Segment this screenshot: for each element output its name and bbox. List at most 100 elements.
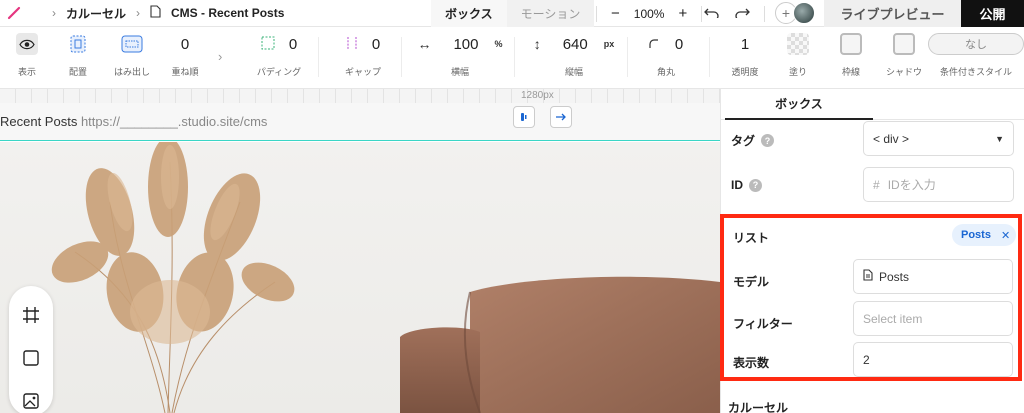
carousel-section-label: カルーセル — [728, 401, 789, 413]
id-label: ID — [731, 178, 743, 192]
hero-photo — [51, 142, 720, 413]
count-label: 表示数 — [733, 356, 770, 370]
zoom-out-button[interactable]: − — [611, 5, 620, 22]
padding-value[interactable]: 0 — [289, 36, 297, 53]
undo-icon[interactable] — [704, 6, 720, 21]
redo-icon[interactable] — [734, 6, 750, 21]
width-label: 横幅 — [450, 67, 469, 77]
height-value[interactable]: 640 — [563, 36, 588, 53]
model-value: Posts — [879, 269, 910, 284]
fill-tool[interactable]: 塗り — [786, 27, 810, 89]
zindex-tool[interactable]: 0 重ね順 — [170, 27, 200, 89]
border-tool[interactable]: 枠線 — [839, 27, 863, 89]
image-icon[interactable] — [22, 392, 40, 413]
fill-label: 塗り — [788, 67, 807, 77]
height-label: 縦幅 — [564, 67, 583, 77]
gap-label: ギャップ — [344, 67, 381, 77]
width-unit[interactable]: % — [495, 39, 503, 49]
conditional-style-label: 条件付きスタイル — [939, 67, 1012, 77]
width-tool[interactable]: ↔ 100 % 横幅 — [414, 27, 506, 89]
zoom-in-button[interactable]: + — [678, 5, 687, 22]
filter-label: フィルター — [733, 317, 793, 331]
tag-value: < div > — [873, 131, 910, 146]
tab-motion[interactable]: モーション — [506, 0, 595, 27]
divider — [764, 5, 765, 22]
overflow-icon — [121, 33, 143, 55]
avatar[interactable] — [793, 2, 815, 24]
gap-tool[interactable]: 0 ギャップ — [338, 27, 388, 89]
shadow-label: シャドウ — [886, 67, 923, 77]
zoom-level[interactable]: 100% — [634, 7, 665, 21]
top-bar: › カルーセル › CMS - Recent Posts ボックス モーション … — [0, 0, 1024, 27]
opacity-label: 透明度 — [731, 67, 759, 77]
tag-select[interactable]: < div > ▼ — [863, 121, 1014, 156]
floating-insert-toolbar — [9, 286, 53, 413]
canvas-width-label: 1280px — [521, 90, 554, 101]
collaborators: + — [775, 2, 815, 24]
caret-down-icon: ▼ — [995, 133, 1004, 144]
opacity-value[interactable]: 1 — [741, 36, 749, 53]
id-input[interactable]: # IDを入力 — [863, 167, 1014, 202]
zindex-value[interactable]: 0 — [181, 36, 189, 53]
width-value[interactable]: 100 — [453, 36, 478, 53]
breadcrumb: › カルーセル › CMS - Recent Posts — [28, 5, 284, 22]
border-swatch-icon — [840, 33, 862, 55]
document-icon — [863, 269, 873, 284]
layout-tool[interactable]: 配置 — [63, 27, 93, 89]
list-chip-label: Posts — [961, 229, 991, 241]
breadcrumb-item-carousel[interactable]: カルーセル — [66, 5, 126, 22]
tag-label: タグ — [731, 134, 756, 148]
live-preview-button[interactable]: ライブプレビュー — [824, 0, 961, 27]
list-label: リスト — [733, 231, 770, 245]
id-row: ID ? — [731, 178, 762, 192]
close-icon[interactable]: ✕ — [1001, 229, 1010, 242]
opacity-tool[interactable]: 1 透明度 — [728, 27, 762, 89]
breakpoint-button[interactable] — [513, 106, 535, 128]
panel-tabs: ボックス — [721, 89, 1024, 120]
overflow-label: はみ出し — [113, 67, 150, 77]
arrow-right-icon — [556, 113, 566, 121]
chevron-right-icon: › — [52, 6, 56, 20]
overflow-tool[interactable]: はみ出し — [110, 27, 154, 89]
chevron-right-icon: › — [218, 49, 223, 64]
height-unit[interactable]: px — [604, 39, 615, 49]
ruler — [0, 89, 720, 103]
box-icon[interactable] — [22, 349, 40, 370]
height-tool[interactable]: ↕ 640 px 縦幅 — [528, 27, 620, 89]
filter-select[interactable]: Select item — [853, 301, 1013, 336]
help-icon[interactable]: ? — [761, 134, 775, 147]
padding-label: パディング — [256, 67, 302, 77]
frame-icon[interactable] — [22, 306, 40, 327]
shadow-tool[interactable]: シャドウ — [886, 27, 922, 89]
open-page-button[interactable] — [550, 106, 572, 128]
conditional-style-tool[interactable]: なし 条件付きスタイル — [928, 27, 1024, 89]
publish-button[interactable]: 公開 — [961, 0, 1024, 27]
height-arrows-icon: ↕ — [533, 36, 541, 52]
corner-radius-icon — [649, 36, 659, 52]
radius-tool[interactable]: 0 角丸 — [640, 27, 692, 89]
gap-value[interactable]: 0 — [372, 36, 380, 53]
display-tool[interactable]: 表示 — [12, 27, 42, 89]
page-title: Recent Posts https://________.studio.sit… — [0, 114, 267, 129]
breadcrumb-item-page[interactable]: CMS - Recent Posts — [171, 6, 284, 20]
radius-value[interactable]: 0 — [675, 36, 683, 53]
divider — [627, 37, 628, 77]
style-toolbar: 表示 配置 はみ出し 0 重ね順 › 0 パディング 0 ギャップ ↔ 100 … — [0, 27, 1024, 89]
padding-tool[interactable]: 0 パディング — [254, 27, 304, 89]
count-input[interactable]: 2 — [853, 342, 1013, 377]
model-select[interactable]: Posts — [853, 259, 1013, 294]
list-source-chip[interactable]: Posts ✕ — [952, 224, 1017, 246]
tab-box[interactable]: ボックス — [431, 0, 507, 27]
list-settings-highlight: リスト Posts ✕ モデル Posts フィルター Select item … — [720, 214, 1022, 381]
tab-panel-box[interactable]: ボックス — [725, 89, 873, 120]
divider — [514, 37, 515, 77]
canvas-preview[interactable] — [0, 142, 720, 413]
divider — [701, 5, 703, 22]
conditional-style-select[interactable]: なし — [928, 33, 1024, 55]
help-icon[interactable]: ? — [749, 178, 762, 192]
studio-logo-icon[interactable] — [0, 0, 28, 27]
zindex-label: 重ね順 — [171, 67, 199, 77]
id-placeholder: IDを入力 — [887, 178, 936, 192]
page-url[interactable]: https://________.studio.site/cms — [81, 114, 267, 129]
shadow-swatch-icon — [893, 33, 915, 55]
